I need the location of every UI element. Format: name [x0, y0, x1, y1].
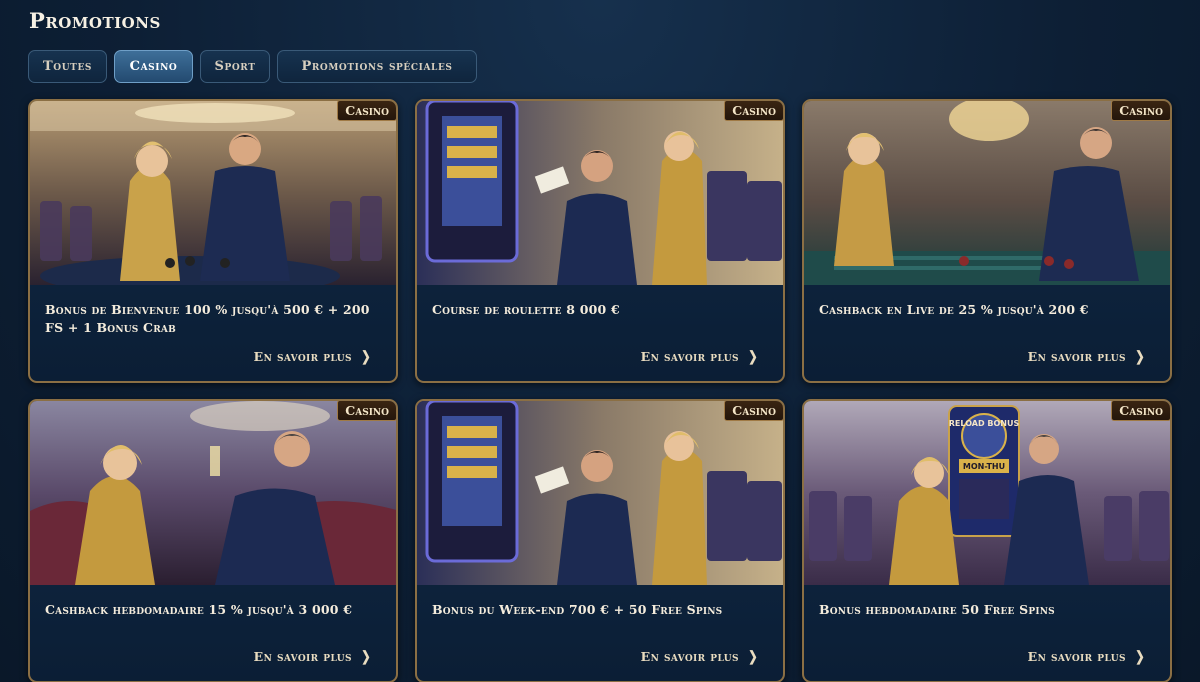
tab-toutes[interactable]: Toutes	[28, 50, 107, 83]
tab-casino[interactable]: Casino	[114, 50, 193, 83]
promo-image	[804, 101, 1170, 285]
machine-subsign: MON-THU	[963, 462, 1005, 471]
learn-more-label: En savoir plus	[640, 349, 739, 364]
learn-more-link[interactable]: En savoir plus ❯	[641, 349, 759, 364]
learn-more-link[interactable]: En savoir plus ❯	[1028, 649, 1146, 664]
chevron-right-icon: ❯	[361, 348, 371, 365]
chevron-right-icon: ❯	[1135, 348, 1145, 365]
promo-image	[30, 401, 396, 585]
promo-card[interactable]: Casino Course de roulette 8 000 € En sav…	[415, 99, 785, 383]
promo-card[interactable]: RELOAD BONUS MON-THU Casino Bonus hebdom…	[802, 399, 1172, 682]
category-badge: Casino	[724, 401, 783, 421]
machine-sign: RELOAD BONUS	[949, 419, 1020, 428]
learn-more-link[interactable]: En savoir plus ❯	[641, 649, 759, 664]
promo-title: Cashback hebdomadaire 15 % jusqu'à 3 000…	[45, 602, 353, 617]
learn-more-label: En savoir plus	[1027, 349, 1126, 364]
promo-card[interactable]: Casino Cashback en Live de 25 % jusqu'à …	[802, 99, 1172, 383]
learn-more-link[interactable]: En savoir plus ❯	[1028, 349, 1146, 364]
promo-title: Bonus hebdomadaire 50 Free Spins	[819, 602, 1055, 617]
learn-more-label: En savoir plus	[253, 349, 352, 364]
promo-image	[30, 101, 396, 285]
tab-promotions-speciales[interactable]: Promotions spéciales	[277, 50, 477, 83]
learn-more-label: En savoir plus	[640, 649, 739, 664]
promo-title: Bonus de Bienvenue 100 % jusqu'à 500 € +…	[45, 302, 370, 335]
learn-more-link[interactable]: En savoir plus ❯	[254, 649, 372, 664]
promo-image	[417, 401, 783, 585]
chevron-right-icon: ❯	[1135, 648, 1145, 665]
promo-image: RELOAD BONUS MON-THU	[804, 401, 1170, 585]
promo-card[interactable]: Casino Bonus de Bienvenue 100 % jusqu'à …	[28, 99, 398, 383]
promo-title: Cashback en Live de 25 % jusqu'à 200 €	[819, 302, 1089, 317]
category-badge: Casino	[337, 101, 396, 121]
promo-card[interactable]: Casino Bonus du Week-end 700 € + 50 Free…	[415, 399, 785, 682]
chevron-right-icon: ❯	[361, 648, 371, 665]
category-badge: Casino	[1111, 401, 1170, 421]
page-title: Promotions	[29, 8, 161, 33]
category-badge: Casino	[337, 401, 396, 421]
promo-card[interactable]: Casino Cashback hebdomadaire 15 % jusqu'…	[28, 399, 398, 682]
learn-more-link[interactable]: En savoir plus ❯	[254, 349, 372, 364]
promo-image	[417, 101, 783, 285]
promo-title: Course de roulette 8 000 €	[432, 302, 620, 317]
chevron-right-icon: ❯	[748, 648, 758, 665]
promo-tabs: Toutes Casino Sport Promotions spéciales	[28, 50, 477, 83]
category-badge: Casino	[724, 101, 783, 121]
promo-title: Bonus du Week-end 700 € + 50 Free Spins	[432, 602, 723, 617]
chevron-right-icon: ❯	[748, 348, 758, 365]
category-badge: Casino	[1111, 101, 1170, 121]
tab-sport[interactable]: Sport	[200, 50, 270, 83]
learn-more-label: En savoir plus	[253, 649, 352, 664]
learn-more-label: En savoir plus	[1027, 649, 1126, 664]
